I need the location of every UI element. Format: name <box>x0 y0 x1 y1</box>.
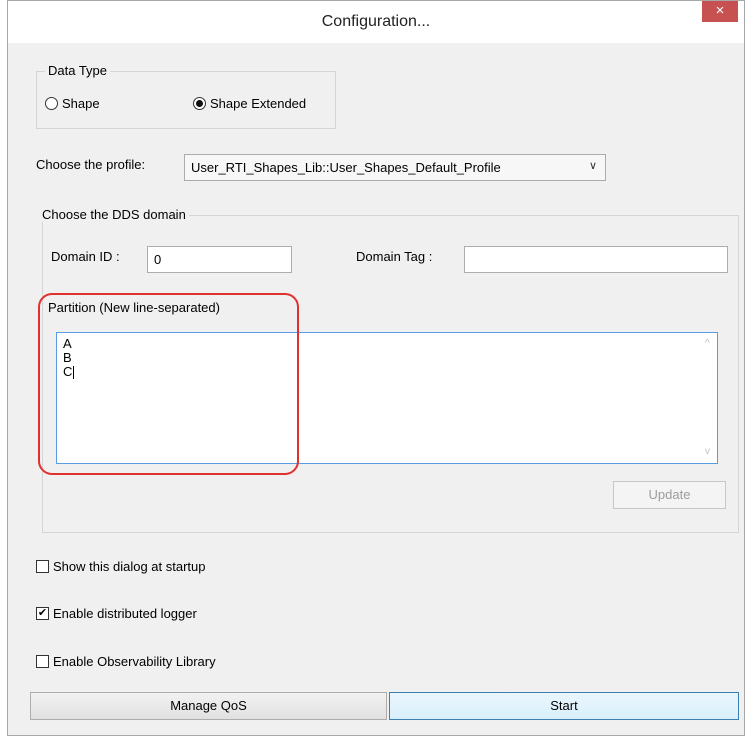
radio-shape-extended-indicator <box>193 97 206 110</box>
data-type-legend: Data Type <box>45 63 111 78</box>
radio-shape-indicator <box>45 97 58 110</box>
show-dialog-checkbox[interactable]: Show this dialog at startup <box>36 559 205 574</box>
data-type-group: Data Type Shape Shape Extended <box>36 63 336 129</box>
enable-logger-label: Enable distributed logger <box>53 606 197 621</box>
scroll-down-icon[interactable]: v <box>705 445 710 459</box>
radio-shape-label: Shape <box>62 96 100 111</box>
domain-tag-input[interactable] <box>464 246 728 273</box>
start-button[interactable]: Start <box>389 692 739 720</box>
enable-observability-checkbox[interactable]: Enable Observability Library <box>36 654 216 669</box>
chevron-down-icon: ∨ <box>588 160 597 172</box>
highlight-annotation <box>38 293 299 475</box>
show-dialog-checkbox-box <box>36 560 49 573</box>
domain-tag-label: Domain Tag : <box>356 249 433 264</box>
radio-shape-extended[interactable]: Shape Extended <box>193 96 306 111</box>
window-title: Configuration... <box>321 13 431 30</box>
radio-shape[interactable]: Shape <box>45 96 100 111</box>
update-button[interactable]: Update <box>613 481 726 509</box>
domain-id-input[interactable] <box>147 246 292 273</box>
title-bar: Configuration... × <box>8 1 744 43</box>
profile-label: Choose the profile: <box>36 157 146 172</box>
enable-observability-label: Enable Observability Library <box>53 654 216 669</box>
configuration-dialog: Configuration... × Data Type Shape Shape… <box>7 0 745 736</box>
scroll-up-icon[interactable]: ^ <box>705 337 710 351</box>
checkmark-icon: ✔ <box>36 607 49 620</box>
show-dialog-label: Show this dialog at startup <box>53 559 206 574</box>
domain-id-label: Domain ID : <box>51 249 120 264</box>
radio-shape-extended-label: Shape Extended <box>210 96 307 111</box>
profile-select[interactable]: User_RTI_Shapes_Lib::User_Shapes_Default… <box>184 154 606 181</box>
enable-observability-checkbox-box <box>36 655 49 668</box>
profile-selected-value: User_RTI_Shapes_Lib::User_Shapes_Default… <box>191 160 501 175</box>
dialog-body: Data Type Shape Shape Extended Choose th… <box>8 43 744 735</box>
dds-domain-legend: Choose the DDS domain <box>39 207 189 222</box>
manage-qos-button[interactable]: Manage QoS <box>30 692 387 720</box>
enable-logger-checkbox[interactable]: ✔ Enable distributed logger <box>36 606 197 621</box>
close-button[interactable]: × <box>702 1 738 22</box>
partition-scrollbar[interactable]: ^ v <box>701 333 717 463</box>
